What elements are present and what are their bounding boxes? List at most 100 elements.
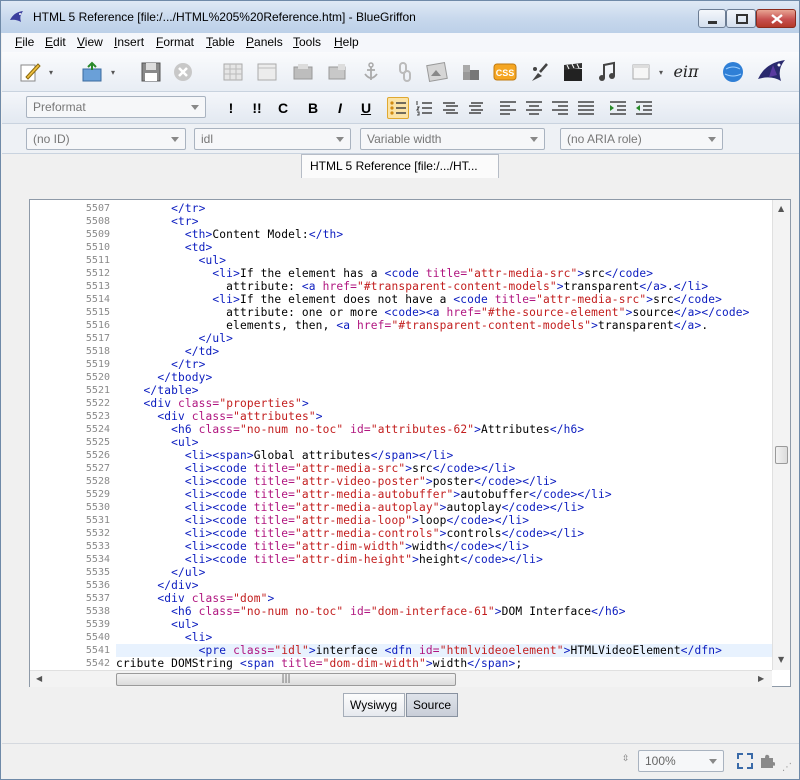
- maximize-button[interactable]: [726, 9, 756, 28]
- insert-anchor-button[interactable]: [358, 60, 384, 84]
- menu-tools[interactable]: Tools: [293, 35, 321, 49]
- scroll-up-icon[interactable]: ▲: [778, 204, 784, 213]
- source-line[interactable]: <pre class="idl">interface <dfn id="html…: [116, 644, 772, 657]
- vertical-scroll-thumb[interactable]: [775, 446, 788, 464]
- insert-link-button[interactable]: [392, 60, 418, 84]
- underline-button[interactable]: U: [356, 98, 376, 118]
- source-line[interactable]: <td>: [116, 241, 772, 254]
- source-line[interactable]: <li><code title="attr-media-loop">loop</…: [116, 514, 772, 527]
- source-editor[interactable]: 5507 5508 5509 5510 5511 5512 5513 5514 5515 5516…: [29, 199, 791, 687]
- insert-blocks-button[interactable]: [458, 60, 484, 84]
- ordered-list-button[interactable]: [413, 97, 435, 119]
- insert-picture-button[interactable]: [424, 60, 450, 84]
- indent-button[interactable]: [607, 97, 629, 119]
- bold-button[interactable]: B: [303, 98, 323, 118]
- source-line[interactable]: </td>: [116, 345, 772, 358]
- open-button[interactable]: [78, 60, 106, 84]
- paragraph-format-select[interactable]: Preformat: [26, 96, 206, 118]
- zoom-select[interactable]: 100%: [638, 750, 724, 772]
- align-right-button[interactable]: [549, 97, 571, 119]
- insert-audio-button[interactable]: [594, 60, 620, 84]
- insert-form-button[interactable]: [254, 60, 280, 84]
- class-select[interactable]: idl: [194, 128, 351, 150]
- italic-button[interactable]: I: [330, 98, 350, 118]
- css-editor-button[interactable]: CSS: [492, 60, 518, 84]
- emphasis-button[interactable]: !: [221, 98, 241, 118]
- source-line[interactable]: <li><code title="attr-dim-width">width</…: [116, 540, 772, 553]
- fullscreen-button[interactable]: [736, 752, 754, 770]
- scroll-down-icon[interactable]: ▼: [778, 655, 784, 664]
- stop-button[interactable]: [170, 60, 196, 84]
- source-line[interactable]: <ul>: [116, 618, 772, 631]
- source-line[interactable]: <li><code title="attr-dim-height">height…: [116, 553, 772, 566]
- source-line[interactable]: <li>If the element has a <code title="at…: [116, 267, 772, 280]
- menu-help[interactable]: Help: [334, 35, 359, 49]
- menu-format[interactable]: Format: [156, 35, 194, 49]
- new-document-dropdown-icon[interactable]: ▾: [46, 64, 56, 80]
- source-line[interactable]: <h6 class="no-num no-toc" id="attributes…: [116, 423, 772, 436]
- insert-math-button[interactable]: eiπ: [670, 58, 702, 84]
- source-line[interactable]: <tr>: [116, 215, 772, 228]
- align-center-button[interactable]: [523, 97, 545, 119]
- wysiwyg-mode-button[interactable]: Wysiwyg: [343, 693, 405, 717]
- width-select[interactable]: Variable width: [360, 128, 545, 150]
- source-line[interactable]: </ul>: [116, 566, 772, 579]
- horizontal-scroll-thumb[interactable]: |||: [116, 673, 456, 686]
- definition-term-button[interactable]: [465, 97, 487, 119]
- source-mode-button[interactable]: Source: [406, 693, 458, 717]
- strong-emphasis-button[interactable]: !!: [247, 98, 267, 118]
- outdent-button[interactable]: [633, 97, 655, 119]
- unordered-list-button[interactable]: [387, 97, 409, 119]
- menu-insert[interactable]: Insert: [114, 35, 144, 49]
- resize-grip-icon[interactable]: ⋰: [782, 762, 792, 773]
- source-line[interactable]: </div>: [116, 579, 772, 592]
- justify-button[interactable]: [575, 97, 597, 119]
- open-dropdown-icon[interactable]: ▾: [108, 64, 118, 80]
- source-line[interactable]: <th>Content Model:</th>: [116, 228, 772, 241]
- source-line[interactable]: <ul>: [116, 436, 772, 449]
- source-line[interactable]: <li><code title="attr-video-poster">post…: [116, 475, 772, 488]
- menu-table[interactable]: Table: [206, 35, 235, 49]
- source-line[interactable]: </tbody>: [116, 371, 772, 384]
- source-line[interactable]: </tr>: [116, 358, 772, 371]
- insert-frame-button[interactable]: [628, 60, 654, 84]
- close-window-button[interactable]: [756, 9, 796, 28]
- insert-video-clapper-button[interactable]: [560, 60, 586, 84]
- source-line[interactable]: cribute DOMString <span title="dom-dim-w…: [116, 657, 772, 670]
- source-line[interactable]: <li><code title="attr-media-autoplay">au…: [116, 501, 772, 514]
- id-select[interactable]: (no ID): [26, 128, 186, 150]
- source-line[interactable]: </table>: [116, 384, 772, 397]
- scroll-left-icon[interactable]: ◀: [36, 674, 42, 683]
- insert-image-button[interactable]: [290, 60, 316, 84]
- menu-panels[interactable]: Panels: [246, 35, 283, 49]
- source-code-area[interactable]: </tr> <tr> <th>Content Model:</th> <td> …: [116, 200, 774, 670]
- source-line[interactable]: <li><code title="attr-media-controls">co…: [116, 527, 772, 540]
- align-left-button[interactable]: [497, 97, 519, 119]
- source-line[interactable]: <h6 class="no-num no-toc" id="dom-interf…: [116, 605, 772, 618]
- markup-cleaner-button[interactable]: [526, 60, 552, 84]
- minimize-button[interactable]: [698, 9, 726, 28]
- save-button[interactable]: [138, 60, 164, 84]
- source-line[interactable]: attribute: <a href="#transparent-content…: [116, 280, 772, 293]
- menu-view[interactable]: View: [77, 35, 103, 49]
- vertical-scrollbar[interactable]: ▲ ▼: [772, 200, 790, 670]
- source-line[interactable]: <li>If the element does not have a <code…: [116, 293, 772, 306]
- source-line[interactable]: <li><code title="attr-media-autobuffer">…: [116, 488, 772, 501]
- addons-button[interactable]: [758, 752, 776, 770]
- browse-button[interactable]: [720, 60, 746, 84]
- source-line[interactable]: <div class="properties">: [116, 397, 772, 410]
- zoom-spinner-icon[interactable]: ⇳: [622, 754, 630, 764]
- source-line[interactable]: <li>: [116, 631, 772, 644]
- source-line[interactable]: </ul>: [116, 332, 772, 345]
- source-line[interactable]: <li><code title="attr-media-src">src</co…: [116, 462, 772, 475]
- code-button[interactable]: C: [273, 98, 293, 118]
- aria-role-select[interactable]: (no ARIA role): [560, 128, 723, 150]
- frame-dropdown-icon[interactable]: ▾: [656, 64, 666, 80]
- source-line[interactable]: elements, then, <a href="#transparent-co…: [116, 319, 772, 332]
- insert-table-button[interactable]: [220, 60, 246, 84]
- source-line[interactable]: <div class="dom">: [116, 592, 772, 605]
- source-line[interactable]: <li><span>Global attributes</span></li>: [116, 449, 772, 462]
- document-tab[interactable]: HTML 5 Reference [file:/.../HT...: [301, 154, 499, 178]
- definition-list-button[interactable]: [439, 97, 461, 119]
- source-line[interactable]: </tr>: [116, 202, 772, 215]
